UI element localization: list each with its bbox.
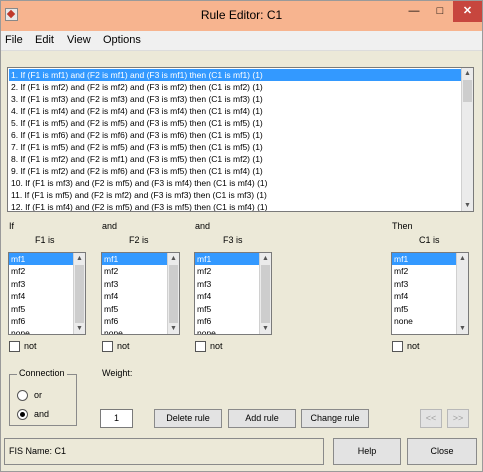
rule-item[interactable]: 1. If (F1 is mf1) and (F2 is mf1) and (F… — [9, 69, 461, 81]
f1-not-checkbox[interactable] — [9, 341, 20, 352]
rule-item[interactable]: 3. If (F1 is mf3) and (F2 is mf3) and (F… — [9, 93, 461, 105]
add-rule-button[interactable]: Add rule — [228, 409, 296, 428]
minimize-button[interactable]: — — [401, 1, 427, 22]
scroll-thumb[interactable] — [169, 265, 178, 323]
menu-file[interactable]: File — [5, 34, 23, 46]
scroll-down-arrow-icon[interactable]: ▼ — [457, 323, 468, 334]
c1-not-checkbox[interactable] — [392, 341, 403, 352]
scroll-up-arrow-icon[interactable]: ▲ — [457, 253, 468, 264]
title-bar[interactable]: Rule Editor: C1 — □ ✕ — [1, 1, 482, 31]
maximize-button[interactable]: □ — [427, 1, 453, 22]
menu-options[interactable]: Options — [103, 34, 141, 46]
f3-not-label: not — [210, 341, 223, 351]
weight-input[interactable]: 1 — [100, 409, 133, 428]
fis-name-status: FIS Name: C1 — [4, 438, 324, 465]
and-label: and — [102, 221, 118, 231]
c1-not-label: not — [407, 341, 420, 351]
f3-not-checkbox[interactable] — [195, 341, 206, 352]
f2-not-checkbox[interactable] — [102, 341, 113, 352]
menu-view[interactable]: View — [67, 34, 91, 46]
f1-mf-listbox[interactable]: mf1 mf2 mf3 mf4 mf5 mf6 none ▲ ▼ — [8, 252, 86, 335]
and-radio-label: and — [34, 409, 50, 419]
scroll-up-arrow-icon[interactable]: ▲ — [260, 253, 271, 264]
and-radio[interactable] — [17, 409, 28, 420]
scroll-down-arrow-icon[interactable]: ▼ — [168, 323, 179, 334]
change-rule-button[interactable]: Change rule — [301, 409, 369, 428]
f2-not-label: not — [117, 341, 130, 351]
scroll-up-arrow-icon[interactable]: ▲ — [462, 68, 473, 79]
scroll-up-arrow-icon[interactable]: ▲ — [168, 253, 179, 264]
listbox-scrollbar[interactable]: ▲ ▼ — [167, 253, 179, 334]
scroll-thumb[interactable] — [75, 265, 84, 323]
rule-item[interactable]: 8. If (F1 is mf2) and (F2 is mf1) and (F… — [9, 153, 461, 165]
rule-item[interactable]: 9. If (F1 is mf2) and (F2 is mf6) and (F… — [9, 165, 461, 177]
c1-label: C1 is — [419, 235, 440, 245]
scroll-down-arrow-icon[interactable]: ▼ — [260, 323, 271, 334]
rule-item[interactable]: 5. If (F1 is mf5) and (F2 is mf5) and (F… — [9, 117, 461, 129]
listbox-scrollbar[interactable]: ▲ ▼ — [456, 253, 468, 334]
rule-item[interactable]: 6. If (F1 is mf6) and (F2 is mf6) and (F… — [9, 129, 461, 141]
f1-label: F1 is — [35, 235, 55, 245]
delete-rule-button[interactable]: Delete rule — [154, 409, 222, 428]
next-rule-button[interactable]: >> — [447, 409, 469, 428]
rule-item[interactable]: 11. If (F1 is mf5) and (F2 is mf2) and (… — [9, 189, 461, 201]
listbox-scrollbar[interactable]: ▲ ▼ — [259, 253, 271, 334]
if-label: If — [9, 221, 15, 231]
and-label: and — [195, 221, 211, 231]
f1-not-label: not — [24, 341, 37, 351]
rule-editor-window: Rule Editor: C1 — □ ✕ File Edit View Opt… — [0, 0, 483, 472]
weight-label: Weight: — [102, 368, 133, 378]
rule-list-scrollbar[interactable]: ▲ ▼ — [461, 68, 473, 211]
f3-mf-listbox[interactable]: mf1 mf2 mf3 mf4 mf5 mf6 none ▲ ▼ — [194, 252, 272, 335]
f3-label: F3 is — [223, 235, 243, 245]
connection-title: Connection — [17, 368, 67, 378]
or-radio[interactable] — [17, 390, 28, 401]
listbox-scrollbar[interactable]: ▲ ▼ — [73, 253, 85, 334]
or-radio-label: or — [34, 390, 43, 400]
rule-item[interactable]: 10. If (F1 is mf3) and (F2 is mf5) and (… — [9, 177, 461, 189]
f2-label: F2 is — [129, 235, 149, 245]
close-window-button[interactable]: ✕ — [453, 1, 482, 22]
rule-item[interactable]: 7. If (F1 is mf5) and (F2 is mf5) and (F… — [9, 141, 461, 153]
scroll-up-arrow-icon[interactable]: ▲ — [74, 253, 85, 264]
scroll-down-arrow-icon[interactable]: ▼ — [462, 200, 473, 211]
rule-item[interactable]: 12. If (F1 is mf4) and (F2 is mf5) and (… — [9, 201, 461, 211]
menu-bar: File Edit View Options — [1, 31, 482, 51]
menu-edit[interactable]: Edit — [35, 34, 54, 46]
f2-mf-listbox[interactable]: mf1 mf2 mf3 mf4 mf5 mf6 none ▲ ▼ — [101, 252, 180, 335]
scroll-thumb[interactable] — [463, 80, 472, 102]
then-label: Then — [392, 221, 413, 231]
help-button[interactable]: Help — [333, 438, 401, 465]
rule-list[interactable]: 1. If (F1 is mf1) and (F2 is mf1) and (F… — [7, 67, 474, 212]
c1-mf-listbox[interactable]: mf1 mf2 mf3 mf4 mf5 none ▲ ▼ — [391, 252, 469, 335]
scroll-thumb[interactable] — [261, 265, 270, 323]
scroll-down-arrow-icon[interactable]: ▼ — [74, 323, 85, 334]
rule-item[interactable]: 2. If (F1 is mf2) and (F2 is mf2) and (F… — [9, 81, 461, 93]
close-button[interactable]: Close — [407, 438, 477, 465]
rule-item[interactable]: 4. If (F1 is mf4) and (F2 is mf4) and (F… — [9, 105, 461, 117]
previous-rule-button[interactable]: << — [420, 409, 442, 428]
